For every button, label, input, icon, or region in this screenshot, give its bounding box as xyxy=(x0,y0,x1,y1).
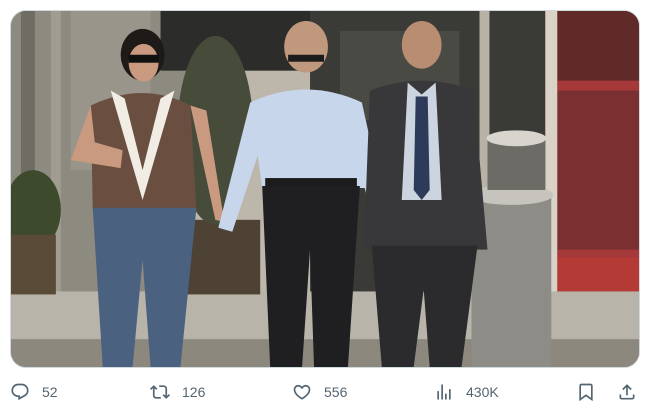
repost-icon xyxy=(150,385,170,399)
street-photo xyxy=(11,11,639,367)
reply-button[interactable]: 52 xyxy=(10,376,58,408)
bookmark-button[interactable] xyxy=(576,376,596,408)
reply-icon xyxy=(11,383,29,401)
repost-button[interactable]: 126 xyxy=(150,376,205,408)
tweet-action-bar: 52 126 556 430K xyxy=(0,376,650,408)
like-icon xyxy=(293,384,311,400)
like-button[interactable]: 556 xyxy=(292,376,347,408)
views-icon xyxy=(437,384,451,400)
repost-count: 126 xyxy=(182,384,206,400)
like-count: 556 xyxy=(324,384,348,400)
views-count: 430K xyxy=(466,384,499,400)
tweet-photo[interactable] xyxy=(10,10,640,368)
reply-count: 52 xyxy=(42,384,58,400)
views-button[interactable]: 430K xyxy=(434,376,499,408)
share-button[interactable] xyxy=(617,376,637,408)
share-icon xyxy=(619,384,635,400)
bookmark-icon xyxy=(579,383,593,402)
